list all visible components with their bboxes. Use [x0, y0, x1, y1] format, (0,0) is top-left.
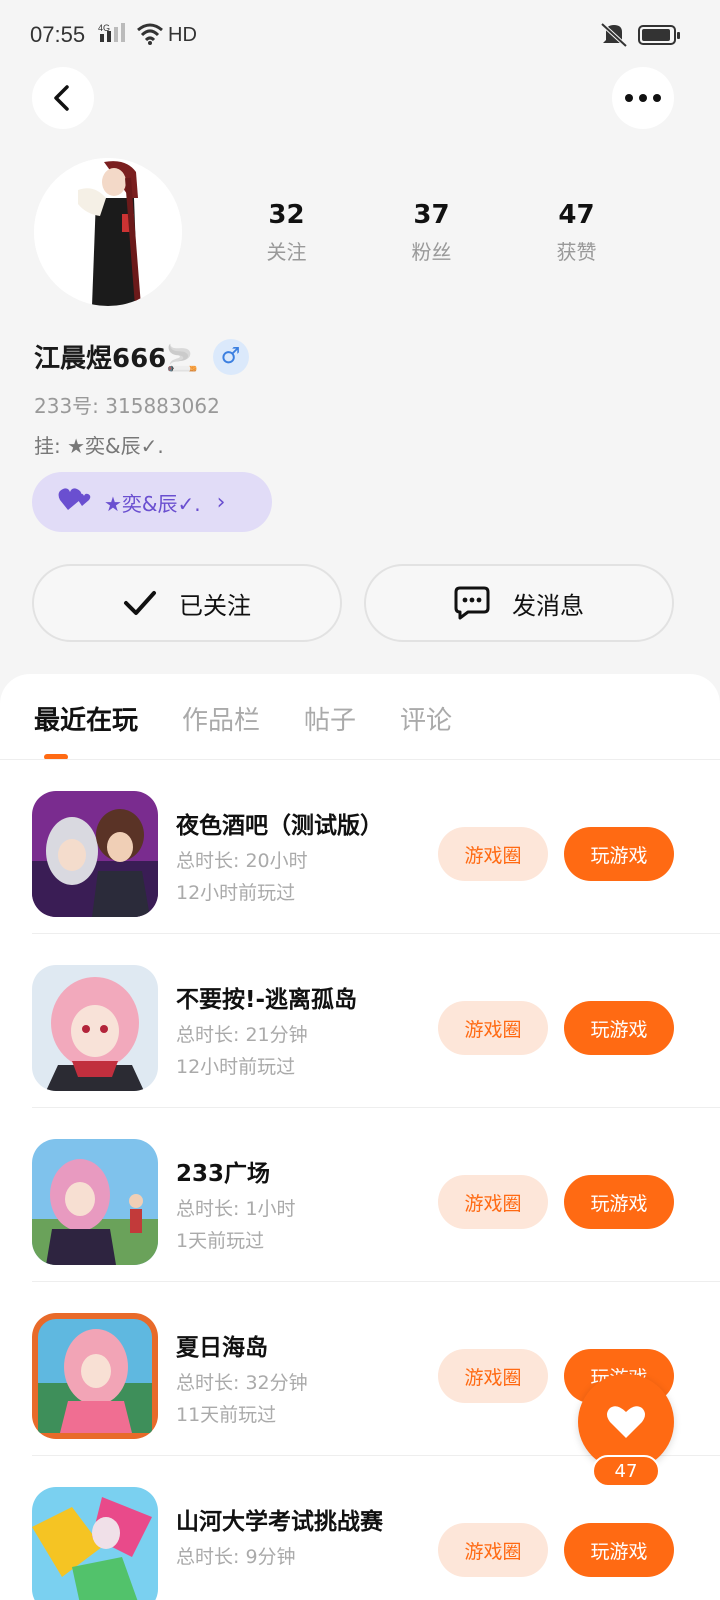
- game-title: 夜色酒吧（测试版）: [176, 813, 383, 839]
- gender-male-icon: ♂: [212, 338, 249, 375]
- list-item[interactable]: 夜色酒吧（测试版） 总时长: 20小时 12小时前玩过 游戏圈 玩游戏: [0, 760, 720, 934]
- following-label: 关注: [266, 240, 307, 264]
- game-last-played: 11天前玩过: [176, 1404, 277, 1426]
- stat-likes[interactable]: 47 获赞: [504, 200, 649, 265]
- play-game-button[interactable]: 玩游戏: [564, 1001, 674, 1055]
- play-game-button[interactable]: 玩游戏: [564, 1523, 674, 1577]
- avatar[interactable]: [34, 158, 182, 306]
- chevron-right-icon: ›: [216, 489, 226, 515]
- game-circle-button[interactable]: 游戏圈: [438, 1523, 548, 1577]
- game-icon-summer-island[interactable]: [32, 1313, 158, 1439]
- cellular-signal-icon: 4G: [98, 23, 125, 42]
- game-circle-button[interactable]: 游戏圈: [438, 827, 548, 881]
- profile-stats: 32 关注 37 粉丝 47 获赞: [214, 200, 674, 265]
- game-title: 233广场: [176, 1161, 271, 1187]
- username: 江晨煜666🚬: [34, 344, 199, 374]
- chat-bubble-icon: [454, 586, 490, 620]
- game-last-played: 12小时前玩过: [176, 1056, 296, 1078]
- game-duration: 总时长: 21分钟: [176, 1024, 308, 1046]
- list-item[interactable]: 不要按!-逃离孤岛 总时长: 21分钟 12小时前玩过 游戏圈 玩游戏: [0, 934, 720, 1108]
- stat-fans[interactable]: 37 粉丝: [359, 200, 504, 265]
- username-row: 江晨煜666🚬 ♂: [34, 338, 249, 375]
- heart-icon: [607, 1406, 645, 1438]
- game-icon-nightbar[interactable]: [32, 791, 158, 917]
- game-icon-escape-island[interactable]: [32, 965, 158, 1091]
- followed-button[interactable]: 已关注: [32, 564, 342, 642]
- game-duration: 总时长: 1小时: [176, 1198, 296, 1220]
- game-duration: 总时长: 32分钟: [176, 1372, 308, 1394]
- following-count: 32: [268, 200, 305, 230]
- likes-label: 获赞: [556, 240, 597, 264]
- stat-following[interactable]: 32 关注: [214, 200, 359, 265]
- likes-count: 47: [558, 200, 595, 230]
- hanging-tag: 挂: ★奕&辰✓.: [34, 434, 164, 458]
- fans-count: 37: [413, 200, 450, 230]
- play-game-button[interactable]: 玩游戏: [564, 1175, 674, 1229]
- game-last-played: 12小时前玩过: [176, 882, 296, 904]
- tab-recently-played[interactable]: 最近在玩: [34, 700, 138, 737]
- double-heart-icon: [58, 486, 92, 519]
- wifi-icon: [136, 22, 164, 50]
- family-label: ★奕&辰✓.: [104, 491, 201, 516]
- game-circle-button[interactable]: 游戏圈: [438, 1349, 548, 1403]
- game-icon-exam-challenge[interactable]: [32, 1487, 158, 1600]
- game-title: 夏日海岛: [176, 1335, 268, 1361]
- avatar-character-image: [34, 158, 182, 306]
- vibrate-mute-icon: [600, 22, 630, 52]
- game-icon-233-plaza[interactable]: [32, 1139, 158, 1265]
- send-message-label: 发消息: [512, 591, 584, 620]
- list-item[interactable]: 233广场 总时长: 1小时 1天前玩过 游戏圈 玩游戏: [0, 1108, 720, 1282]
- back-arrow-icon: [54, 85, 69, 111]
- game-duration: 总时长: 9分钟: [176, 1546, 296, 1568]
- status-time: 07:55: [30, 22, 86, 47]
- tab-posts[interactable]: 帖子: [304, 700, 356, 737]
- network-type: HD: [168, 24, 197, 46]
- fans-label: 粉丝: [411, 240, 452, 264]
- game-title: 山河大学考试挑战赛: [176, 1509, 383, 1535]
- game-last-played: 1天前玩过: [176, 1230, 265, 1252]
- user-id: 233号: 315883062: [34, 394, 220, 418]
- back-button[interactable]: [32, 67, 94, 129]
- battery-icon: [638, 25, 680, 45]
- tab-comments[interactable]: 评论: [400, 700, 452, 737]
- more-dots-icon: [625, 94, 661, 102]
- more-button[interactable]: [612, 67, 674, 129]
- send-message-button[interactable]: 发消息: [364, 564, 674, 642]
- game-title: 不要按!-逃离孤岛: [176, 987, 358, 1013]
- signal-indicator: 4G: [98, 22, 128, 49]
- tab-bar: 最近在玩 作品栏 帖子 评论: [34, 700, 496, 737]
- followed-label: 已关注: [179, 591, 251, 620]
- check-icon: [123, 590, 157, 616]
- family-chip[interactable]: ★奕&辰✓. ›: [32, 472, 272, 532]
- game-circle-button[interactable]: 游戏圈: [438, 1001, 548, 1055]
- tab-works[interactable]: 作品栏: [182, 700, 260, 737]
- game-duration: 总时长: 20小时: [176, 850, 308, 872]
- game-circle-button[interactable]: 游戏圈: [438, 1175, 548, 1229]
- like-count: 47: [592, 1455, 660, 1487]
- play-game-button[interactable]: 玩游戏: [564, 827, 674, 881]
- status-bar: 07:55 4G HD: [0, 0, 720, 72]
